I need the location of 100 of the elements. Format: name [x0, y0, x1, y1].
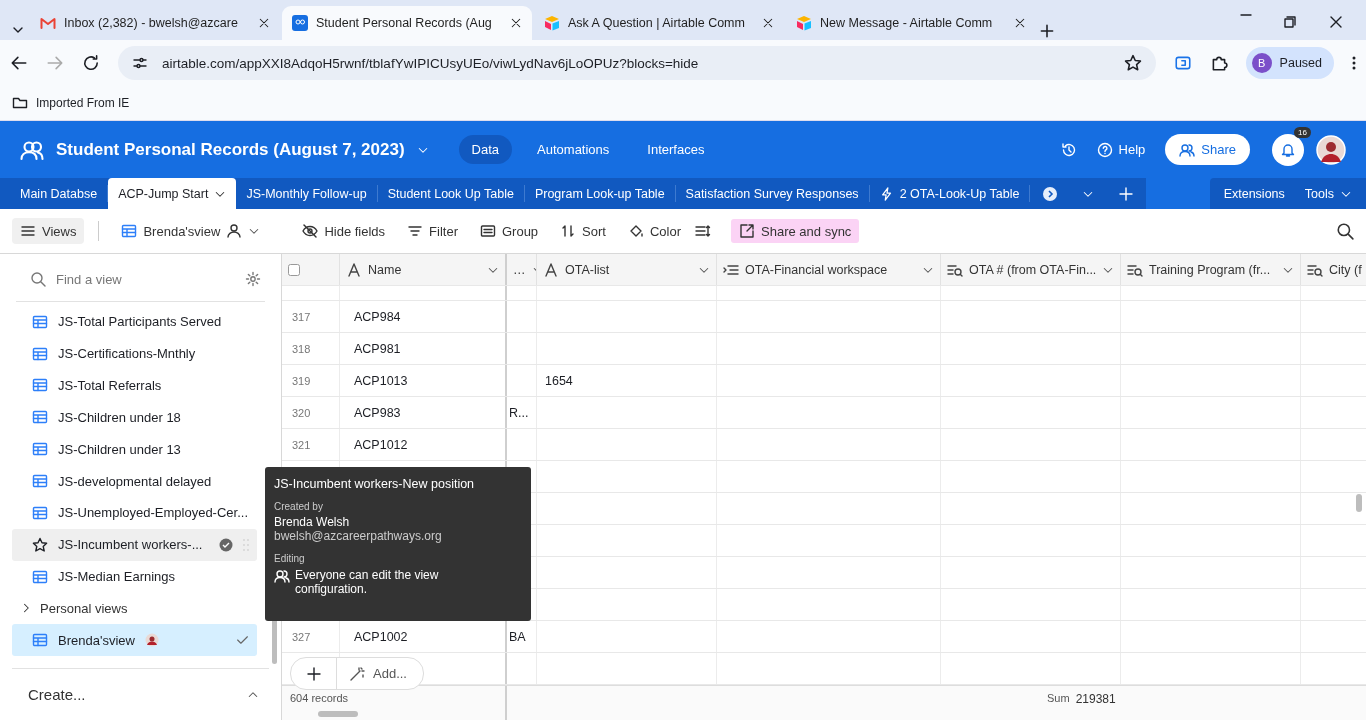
people-icon — [274, 568, 290, 584]
profile-button[interactable]: B Paused — [1245, 47, 1334, 79]
row-number: 320 — [291, 406, 311, 419]
create-button[interactable]: Create... — [12, 668, 269, 720]
history-icon — [1060, 141, 1077, 158]
record-count: 604 records — [290, 692, 349, 704]
grid-view-icon — [32, 377, 48, 394]
table-tab[interactable]: ACP-Jump Start — [108, 178, 237, 209]
view-item[interactable]: JS-Incumbent workers-... — [12, 528, 257, 561]
scrollbar — [318, 711, 358, 717]
tools-button[interactable]: Tools — [1294, 186, 1362, 201]
extensions-button[interactable]: Extensions — [1213, 186, 1295, 201]
table-tab[interactable]: 2 OTA-Look-Up Table — [869, 185, 1031, 202]
table-tab[interactable]: JS-Monthly Follow-up — [236, 185, 378, 202]
table-cell: R... — [509, 405, 529, 420]
view-item[interactable]: JS-Total Referrals — [12, 369, 257, 402]
filter-icon — [407, 223, 424, 239]
toolbar-button[interactable]: Filter — [399, 218, 466, 244]
browser-tab[interactable]: Student Personal Records (Aug — [282, 6, 532, 40]
view-item[interactable]: JS-Total Participants Served — [12, 305, 257, 338]
view-item[interactable]: JS-developmental delayed — [12, 465, 257, 497]
column-header[interactable]: … — [507, 254, 537, 285]
table-cell-text: ACP1012 — [353, 437, 408, 452]
column-header[interactable]: Name — [340, 254, 507, 285]
table-tab[interactable]: Student Look Up Table — [377, 185, 525, 202]
view-switcher[interactable]: Brenda'sview — [113, 218, 269, 244]
group-icon — [479, 223, 496, 239]
table-cell-text: ACP981 — [353, 341, 401, 356]
nav-tab[interactable]: Interfaces — [634, 135, 718, 164]
row-height-icon — [695, 223, 712, 239]
column-header[interactable]: OTA # (from OTA-Fin... — [941, 254, 1121, 285]
view-item[interactable]: Brenda'sview — [12, 624, 257, 657]
table-tab[interactable]: Satisfaction Survey Responses — [675, 185, 870, 202]
scroll-right-icon[interactable] — [1042, 185, 1059, 202]
restore-icon — [1282, 14, 1298, 30]
grid-view-icon — [121, 223, 138, 239]
column-header[interactable]: OTA-list — [537, 254, 717, 285]
view-item[interactable]: JS-Children under 18 — [12, 401, 257, 434]
text-field-icon — [543, 261, 559, 278]
close-icon — [1328, 14, 1344, 30]
toolbar-button[interactable]: Color — [619, 218, 690, 244]
row-number: 321 — [291, 438, 311, 451]
column-header[interactable]: Training Program (fr... — [1121, 254, 1301, 285]
mail-icon — [40, 15, 56, 31]
menu-icon — [20, 223, 36, 239]
browser-tab[interactable]: New Message - Airtable Comm — [786, 6, 1036, 40]
share-button[interactable]: Share — [1165, 134, 1250, 165]
extension-icon — [1173, 54, 1192, 72]
table-cell: BA — [509, 629, 526, 644]
creator-email: bwelsh@azcareerpathways.org — [274, 529, 443, 543]
sum-label: Sum — [1047, 692, 1070, 704]
toolbar-button[interactable]: Sort — [552, 218, 614, 244]
avatar-icon — [1316, 134, 1346, 165]
nav-tab[interactable]: Automations — [524, 135, 623, 164]
column-header[interactable]: OTA-Financial workspace — [717, 254, 941, 285]
scrollbar — [1356, 494, 1362, 512]
add-icon — [1118, 185, 1135, 202]
view-item[interactable]: JS-Children under 13 — [12, 433, 257, 466]
help-button[interactable]: Help — [1088, 135, 1154, 164]
checkbox[interactable] — [288, 263, 300, 276]
toolbar-button[interactable]: Hide fields — [294, 218, 394, 244]
bookmark[interactable]: Imported From IE — [36, 96, 130, 110]
notification-count: 16 — [1294, 126, 1311, 138]
nav-tab[interactable]: Data — [458, 135, 513, 164]
row-number: 327 — [291, 630, 311, 643]
reload-icon — [82, 54, 100, 72]
add-record-bar[interactable]: Add... — [290, 657, 424, 690]
search-field[interactable]: Find a view — [16, 258, 265, 302]
base-title[interactable]: Student Personal Records (August 7, 2023) — [56, 139, 405, 160]
notifications-button[interactable] — [1272, 133, 1304, 166]
profile-initial: B — [1251, 53, 1272, 73]
column-header[interactable]: City (f — [1301, 254, 1366, 285]
star-icon — [32, 536, 48, 553]
close-icon — [510, 17, 522, 29]
add-icon — [305, 665, 322, 682]
share-icon — [739, 223, 756, 239]
row-number: 317 — [291, 310, 311, 323]
view-item[interactable]: JS-Median Earnings — [12, 560, 257, 593]
view-item[interactable]: JS-Certifications-Mnthly — [12, 337, 257, 370]
browser-tab[interactable]: Ask A Question | Airtable Comm — [534, 6, 784, 40]
text-field-icon — [346, 261, 362, 278]
toolbar-button[interactable]: Group — [471, 218, 547, 244]
address-bar[interactable]: airtable.com/appXXI8AdqoH5rwnf/tblafYwIPICUsyUEo/viwLydNav6jLoOPUz?blocks=hide — [118, 46, 1156, 80]
section-toggle[interactable]: Personal views — [12, 592, 269, 625]
search-icon — [1336, 222, 1354, 240]
table-tab[interactable]: Program Look-up Table — [524, 185, 676, 202]
minimize-icon — [1240, 14, 1252, 16]
views-button[interactable]: Views — [12, 218, 85, 244]
new-tab-icon — [1038, 22, 1056, 40]
browser-tab[interactable]: Inbox (2,382) - bwelsh@azcare — [30, 6, 280, 40]
sum-value: 219381 — [1075, 692, 1116, 706]
share-sync-button[interactable]: Share and sync — [731, 219, 860, 243]
view-item[interactable]: JS-Unemployed-Employed-Cer... — [12, 496, 257, 529]
table-cell-text: ACP1002 — [353, 629, 408, 644]
eye-off-icon — [302, 223, 319, 239]
row-number: 318 — [291, 342, 311, 355]
site-settings-icon — [132, 55, 148, 71]
check-circle-icon — [219, 537, 233, 552]
people-icon — [1179, 141, 1196, 158]
airtable-logo-icon — [544, 15, 560, 31]
